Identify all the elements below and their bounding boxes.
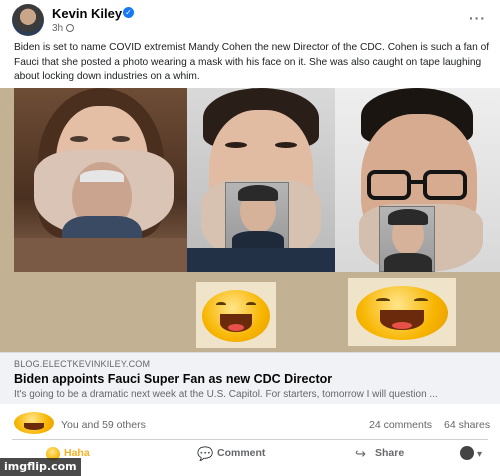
verified-badge-icon: ✓	[123, 7, 134, 18]
laughing-face-icon	[202, 290, 270, 342]
user-avatar	[460, 446, 474, 460]
photo-man-masked-2	[335, 88, 500, 272]
post-header: Kevin Kiley ✓ 3h ···	[10, 4, 490, 36]
share-icon: ↪	[355, 446, 366, 461]
comment-label: Comment	[217, 447, 266, 459]
link-domain: BLOG.ELECTKEVINKILEY.COM	[14, 359, 151, 369]
laughing-emoji-image-2	[348, 278, 456, 346]
photo-woman-masked	[14, 88, 187, 272]
post-text: Biden is set to name COVID extremist Man…	[14, 42, 490, 82]
post-image[interactable]	[0, 88, 500, 352]
photo-man-masked-1	[187, 88, 335, 272]
haha-reaction-icon[interactable]	[14, 412, 54, 434]
divider	[12, 439, 488, 440]
comment-icon: 💬	[197, 446, 214, 461]
share-button[interactable]: ↪ Share	[355, 446, 405, 467]
reactions-bar: You and 59 others 24 comments 64 shares	[0, 410, 500, 436]
reaction-audience-button[interactable]: ▾	[460, 446, 482, 460]
link-description: It's going to be a dramatic next week at…	[14, 389, 438, 400]
laughing-face-icon	[356, 286, 448, 340]
shares-count[interactable]: 64 shares	[444, 419, 490, 431]
author-avatar[interactable]	[12, 4, 44, 36]
mask-inset-photo	[225, 182, 289, 251]
facebook-post: Kevin Kiley ✓ 3h ··· Biden is set to nam…	[0, 0, 500, 476]
mask-inset-photo-2	[379, 206, 435, 272]
more-options-button[interactable]: ···	[469, 10, 486, 26]
chevron-down-icon: ▾	[477, 449, 483, 460]
globe-icon	[66, 24, 75, 32]
laughing-emoji-image-1	[196, 282, 276, 348]
post-time[interactable]: 3h	[52, 23, 63, 34]
link-preview[interactable]: BLOG.ELECTKEVINKILEY.COM Biden appoints …	[0, 352, 500, 404]
comment-button[interactable]: 💬 Comment	[197, 446, 266, 467]
link-title[interactable]: Biden appoints Fauci Super Fan as new CD…	[14, 372, 332, 386]
comments-count[interactable]: 24 comments	[369, 419, 432, 431]
share-label: Share	[375, 447, 405, 459]
post-meta: 3h	[52, 23, 75, 34]
imgflip-watermark: imgflip.com	[0, 458, 81, 476]
author-name[interactable]: Kevin Kiley	[52, 6, 122, 21]
reactions-summary[interactable]: You and 59 others	[61, 419, 146, 431]
